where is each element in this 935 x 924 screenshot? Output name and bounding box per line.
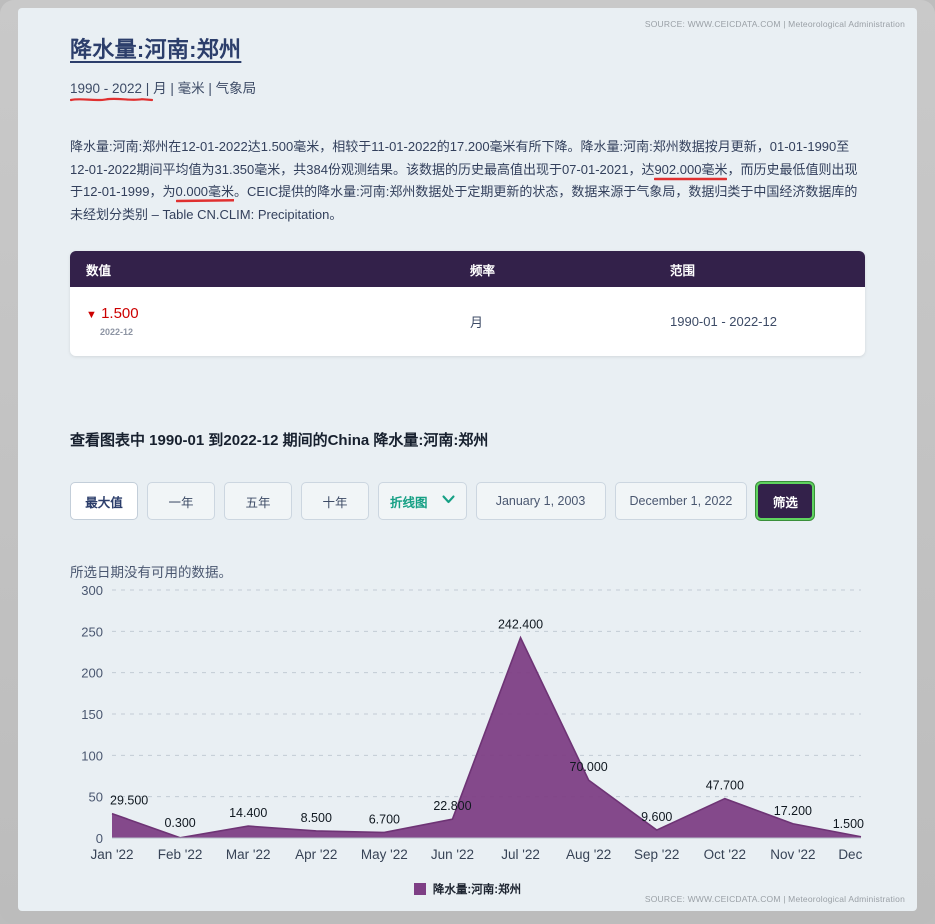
description-min-value: 0.000毫米 — [175, 184, 235, 199]
chart-type-select[interactable]: 折线图 — [378, 482, 467, 520]
page-content: SOURCE: WWW.CEICDATA.COM | Meteorologica… — [18, 8, 917, 911]
table-header-value: 数值 — [86, 263, 112, 278]
description-max-value: 902.000毫米 — [654, 161, 728, 177]
precipitation-area-chart: 0 50 100 150 200 250 300 29.500 0.300 14.400 8.500… — [81, 583, 865, 862]
chevron-down-icon — [441, 495, 455, 507]
data-point-label: 8.500 — [301, 811, 332, 825]
x-axis-tick-label: Jan '22 — [90, 847, 133, 862]
red-annotation-min — [175, 199, 235, 203]
x-axis-tick-label: Aug '22 — [566, 847, 611, 862]
data-point-label: 14.400 — [229, 806, 267, 820]
legend-label: 降水量:河南:郑州 — [432, 884, 522, 896]
range-button-1y[interactable]: 一年 — [147, 482, 215, 520]
data-point-label: 22.800 — [433, 799, 471, 813]
x-axis-tick-label: Apr '22 — [295, 847, 337, 862]
data-point-label: 47.700 — [706, 779, 744, 793]
x-axis-tick-label: Dec '22 — [838, 847, 865, 862]
red-annotation-max — [654, 177, 728, 180]
range-button-max[interactable]: 最大值 — [70, 482, 138, 520]
description-highlight-min: 0.000毫米 — [175, 184, 235, 203]
bottom-source-credit: SOURCE: WWW.CEICDATA.COM | Meteorologica… — [644, 894, 905, 904]
data-table: 数值 频率 范围 ▼ 1.500 2022-12 月 1990-01 - 202… — [70, 251, 865, 356]
legend-color-swatch — [413, 883, 426, 895]
x-axis-tick-label: May '22 — [361, 847, 408, 862]
table-cell-value: ▼ 1.500 2022-12 — [70, 306, 470, 338]
value-with-trend: ▼ 1.500 — [86, 306, 470, 323]
x-axis-tick-label: Jun '22 — [431, 847, 474, 862]
x-axis-tick-label: Feb '22 — [158, 847, 203, 862]
description-paragraph: 降水量:河南:郑州在12-01-2022达1.500毫米，相较于11-01-20… — [70, 136, 860, 226]
data-point-label: 70.000 — [570, 760, 608, 774]
y-axis-tick-label: 150 — [81, 707, 103, 722]
table-header-row: 数值 频率 范围 — [70, 251, 865, 287]
y-axis-tick-label: 250 — [81, 624, 103, 639]
y-axis-tick-label: 100 — [81, 748, 103, 763]
page-subtitle-text: 1990 - 2022 | 月 | 毫米 | 气象局 — [70, 81, 257, 96]
data-point-label: 242.400 — [498, 618, 543, 632]
x-axis-tick-label: Mar '22 — [226, 847, 271, 862]
x-axis-tick-label: Oct '22 — [704, 847, 746, 862]
date-from-input[interactable]: January 1, 2003 — [475, 482, 606, 520]
range-button-5y[interactable]: 五年 — [224, 482, 292, 520]
page-title[interactable]: 降水量:河南:郑州 — [70, 32, 870, 64]
trend-down-icon: ▼ — [86, 309, 97, 321]
latest-value: 1.500 — [101, 305, 139, 322]
chart-toolbar: 最大值 一年 五年 十年 折线图 January 1, 2003 Decembe… — [70, 482, 815, 520]
y-axis-tick-label: 50 — [89, 790, 103, 805]
page-header: 降水量:河南:郑州 1990 - 2022 | 月 | 毫米 | 气象局 — [70, 32, 870, 102]
chart-heading: 查看图表中 1990-01 到2022-12 期间的China 降水量:河南:郑… — [70, 432, 489, 449]
chart-area: 0 50 100 150 200 250 300 29.500 0.300 14.400 8.500… — [70, 578, 865, 878]
chart-type-label: 折线图 — [390, 495, 428, 510]
data-point-label: 6.700 — [369, 812, 400, 826]
x-axis-tick-label: Sep '22 — [634, 847, 679, 862]
data-point-label: 1.500 — [833, 817, 864, 831]
description-highlight-max: 902.000毫米 — [654, 161, 728, 180]
x-axis-tick-label: Jul '22 — [501, 847, 540, 862]
table-row: ▼ 1.500 2022-12 月 1990-01 - 2022-12 — [70, 287, 865, 356]
date-to-input[interactable]: December 1, 2022 — [614, 482, 748, 520]
filter-button[interactable]: 筛选 — [756, 482, 815, 520]
range-button-10y[interactable]: 十年 — [301, 482, 369, 520]
table-header-frequency: 频率 — [470, 263, 496, 278]
window-frame: SOURCE: WWW.CEICDATA.COM | Meteorologica… — [0, 0, 935, 924]
data-point-label: 9.600 — [641, 810, 672, 824]
data-point-label: 0.300 — [164, 816, 195, 830]
y-axis-tick-label: 200 — [81, 666, 103, 681]
page-subtitle: 1990 - 2022 | 月 | 毫米 | 气象局 — [70, 77, 257, 102]
red-annotation-subtitle — [70, 97, 153, 102]
top-source-credit: SOURCE: WWW.CEICDATA.COM | Meteorologica… — [644, 19, 905, 29]
data-point-label: 29.500 — [110, 794, 148, 808]
table-cell-frequency: 月 — [470, 315, 484, 330]
y-axis-tick-label: 300 — [81, 583, 103, 598]
latest-value-date: 2022-12 — [100, 327, 134, 337]
x-axis-tick-label: Nov '22 — [770, 847, 815, 862]
table-header-range: 范围 — [670, 263, 696, 278]
y-axis-tick-label: 0 — [96, 831, 103, 846]
data-point-label: 17.200 — [774, 804, 812, 818]
table-cell-range: 1990-01 - 2022-12 — [670, 314, 777, 329]
